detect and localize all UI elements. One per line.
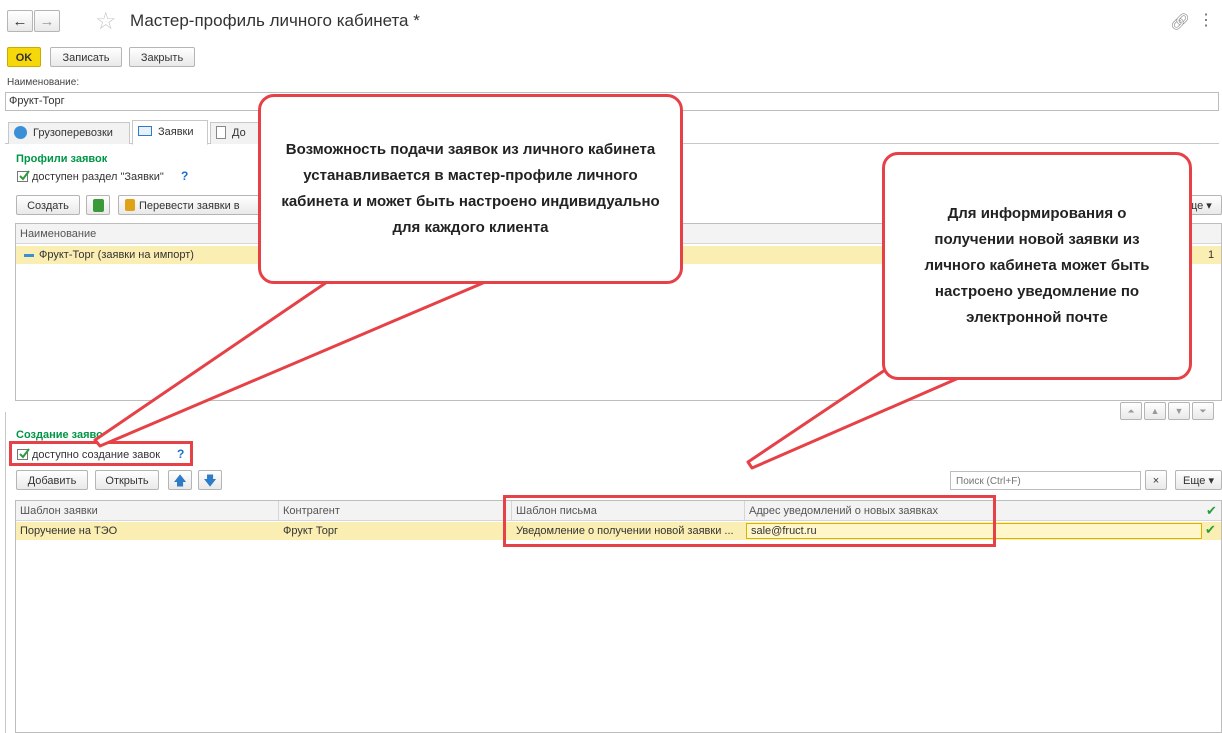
callout-left: Возможность подачи заявок из личного каб… [258,94,683,284]
callout-left-text: Возможность подачи заявок из личного каб… [281,141,660,236]
callout-right: Для информирования о получении новой зая… [882,152,1192,380]
left-callout-pointer [93,278,492,448]
callout-right-text: Для информирования о получении новой зая… [924,205,1150,326]
